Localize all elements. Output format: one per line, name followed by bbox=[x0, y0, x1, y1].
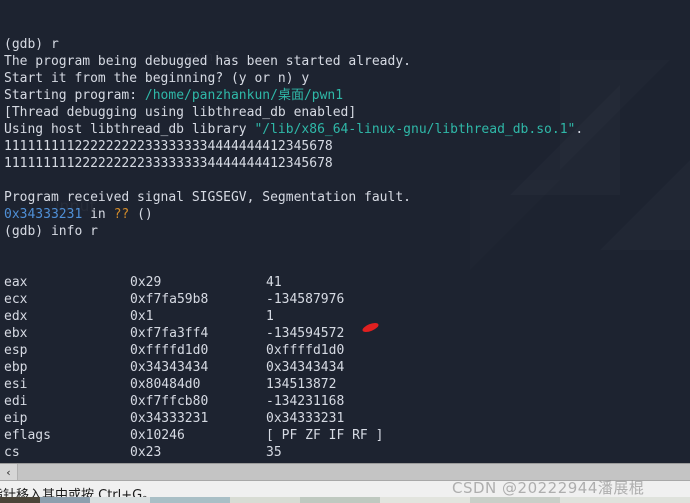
register-hex-value: 0x29 bbox=[130, 275, 162, 290]
terminal-line: Using host libthread_db library "/lib/x8… bbox=[4, 121, 690, 138]
scroll-left-arrow-icon[interactable]: ‹ bbox=[0, 464, 18, 481]
register-decimal-value: 41 bbox=[266, 275, 282, 290]
register-hex-value: 0xf7fa59b8 bbox=[130, 292, 209, 307]
terminal-line-segment: /home/panzhankun/桌面/pwn1 bbox=[144, 88, 344, 103]
terminal-line-segment: ?? bbox=[113, 207, 130, 222]
terminal-line: 1111111112222222223333333344444444123456… bbox=[4, 156, 333, 171]
terminal-line: (gdb) info r bbox=[4, 224, 98, 239]
register-hex-value: 0x23 bbox=[130, 445, 162, 460]
register-decimal-value: [ PF ZF IF RF ] bbox=[266, 428, 384, 443]
terminal-line: 0x34333231 in ?? () bbox=[4, 206, 690, 223]
register-decimal-value: 1 bbox=[266, 309, 274, 324]
register-row: ebx 0xf7fa3ff4 -134594572 bbox=[4, 325, 690, 342]
register-hex-value: 0x80484d0 bbox=[130, 377, 201, 392]
register-row: eax 0x29 41 bbox=[4, 274, 690, 291]
terminal-line-segment: Using host libthread_db library bbox=[4, 122, 255, 137]
register-decimal-value: 0xffffd1d0 bbox=[266, 343, 345, 358]
register-decimal-value: 35 bbox=[266, 445, 282, 460]
register-hex-value: 0xffffd1d0 bbox=[130, 343, 209, 358]
register-hex-value: 0x34333231 bbox=[130, 411, 209, 426]
register-decimal-value: 0x34343434 bbox=[266, 360, 345, 375]
screenshot-root: input pwn1 (gdb) rThe program being debu… bbox=[0, 0, 690, 503]
register-row: edx 0x1 1 bbox=[4, 308, 690, 325]
register-name: ebp bbox=[4, 360, 28, 375]
terminal-line: 1111111112222222223333333344444444123456… bbox=[4, 139, 333, 154]
terminal-line-segment: "/lib/x86_64-linux-gnu/libthread_db.so.1… bbox=[254, 122, 576, 137]
register-name: ebx bbox=[4, 326, 28, 341]
register-decimal-value: -134594572 bbox=[266, 326, 345, 341]
register-name: cs bbox=[4, 445, 20, 460]
terminal-line-segment: 0x34333231 bbox=[4, 207, 83, 222]
register-row: esi 0x80484d0 134513872 bbox=[4, 376, 690, 393]
terminal-line-segment: in bbox=[82, 207, 114, 222]
terminal-line: Start it from the beginning? (y or n) y bbox=[4, 71, 310, 86]
terminal-line-segment: () bbox=[129, 207, 153, 222]
register-decimal-value: -134231168 bbox=[266, 394, 345, 409]
terminal-log-lines: (gdb) r The program being debugged has be… bbox=[4, 36, 690, 240]
terminal-line-segment: . bbox=[575, 122, 584, 137]
terminal-line: The program being debugged has been star… bbox=[4, 54, 411, 69]
register-name: edi bbox=[4, 394, 28, 409]
terminal-line-segment: Starting program: bbox=[4, 88, 145, 103]
register-decimal-value: -134587976 bbox=[266, 292, 345, 307]
desktop-wallpaper-strip bbox=[0, 497, 690, 503]
terminal-line: Program received signal SIGSEGV, Segment… bbox=[4, 190, 411, 205]
scrollbar-thumb[interactable] bbox=[18, 464, 690, 481]
register-row: ebp 0x34343434 0x34343434 bbox=[4, 359, 690, 376]
register-row: eflags 0x10246 [ PF ZF IF RF ] bbox=[4, 427, 690, 444]
terminal-line: [Thread debugging using libthread_db ena… bbox=[4, 105, 357, 120]
register-hex-value: 0xf7ffcb80 bbox=[130, 394, 209, 409]
register-name: eflags bbox=[4, 428, 51, 443]
register-decimal-value: 134513872 bbox=[266, 377, 337, 392]
register-name: esp bbox=[4, 343, 28, 358]
register-name: eip bbox=[4, 411, 28, 426]
register-hex-value: 0x10246 bbox=[130, 428, 185, 443]
register-dump-table: eax 0x29 41 ecx 0xf7fa59b8 -134587976 edx 0x1 1 e… bbox=[4, 274, 690, 463]
register-decimal-value: 0x34333231 bbox=[266, 411, 345, 426]
terminal-output: (gdb) r The program being debugged has be… bbox=[0, 0, 690, 463]
terminal-line: (gdb) r bbox=[4, 37, 59, 52]
register-name: ecx bbox=[4, 292, 28, 307]
gdb-terminal-window[interactable]: input pwn1 (gdb) rThe program being debu… bbox=[0, 0, 690, 463]
register-row: edi 0xf7ffcb80 -134231168 bbox=[4, 393, 690, 410]
horizontal-scrollbar[interactable]: ‹ bbox=[0, 463, 690, 481]
scrollbar-track[interactable] bbox=[18, 464, 690, 481]
register-row: cs 0x23 35 bbox=[4, 444, 690, 461]
register-name: edx bbox=[4, 309, 28, 324]
register-row: eip 0x34333231 0x34333231 bbox=[4, 410, 690, 427]
register-name: eax bbox=[4, 275, 28, 290]
register-hex-value: 0xf7fa3ff4 bbox=[130, 326, 209, 341]
register-hex-value: 0x1 bbox=[130, 309, 154, 324]
register-name: esi bbox=[4, 377, 28, 392]
register-row: esp 0xffffd1d0 0xffffd1d0 bbox=[4, 342, 690, 359]
terminal-line: Starting program: /home/panzhankun/桌面/pw… bbox=[4, 87, 690, 104]
register-row: ecx 0xf7fa59b8 -134587976 bbox=[4, 291, 690, 308]
register-hex-value: 0x34343434 bbox=[130, 360, 209, 375]
